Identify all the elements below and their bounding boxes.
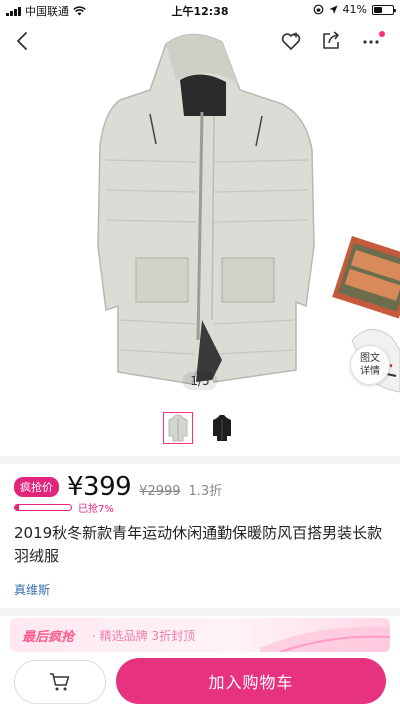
sold-progress: 已抢7% — [14, 500, 114, 515]
price-row: 疯抢价 ¥399 ¥2999 1.3折 — [14, 472, 222, 502]
brand-link[interactable]: 真维斯 — [14, 581, 50, 598]
promo-banner[interactable]: 最后疯抢 · 精选品牌 3折封顶 — [10, 618, 390, 652]
book-prop — [332, 235, 400, 319]
down-jacket-image — [97, 33, 400, 393]
cart-icon — [50, 673, 70, 691]
heart-plus-icon[interactable] — [280, 30, 302, 52]
share-icon[interactable] — [320, 30, 342, 52]
detail-bubble-button[interactable]: 图文 详情 — [350, 345, 390, 385]
add-to-cart-button[interactable]: 加入购物车 — [116, 658, 386, 704]
bottom-action-bar: 加入购物车 — [0, 652, 400, 711]
promo-swoosh-decoration — [260, 626, 390, 652]
flash-price-tag: 疯抢价 — [14, 477, 59, 497]
sold-progress-text: 已抢7% — [78, 504, 114, 515]
thumbnail-light-coat[interactable] — [163, 412, 193, 444]
discount-label: 1.3折 — [188, 484, 223, 499]
notification-dot — [379, 31, 385, 37]
product-hero-image[interactable]: 1/5 图文 详情 — [0, 20, 400, 400]
chevron-left-icon[interactable] — [12, 30, 34, 52]
status-bar: 中国联通 上午12:38 41% — [0, 0, 400, 20]
battery-icon — [372, 4, 396, 15]
sold-progress-bar — [14, 504, 72, 511]
cart-button[interactable] — [14, 660, 106, 704]
detail-bubble-line2: 详情 — [360, 366, 380, 377]
product-title: 2019秋冬新款青年运动休闲通勤保暖防风百搭男装长款羽绒服 — [14, 524, 383, 565]
sold-progress-fill — [15, 505, 19, 510]
section-divider — [0, 608, 400, 616]
thumbnail-black-coat[interactable] — [207, 412, 237, 444]
current-price: ¥399 — [67, 472, 132, 502]
original-price: ¥2999 — [139, 484, 181, 499]
section-divider — [0, 456, 400, 464]
promo-subtitle: · 精选品牌 3折封顶 — [92, 629, 196, 643]
battery-percent: 41% — [342, 3, 367, 16]
location-icon — [329, 5, 338, 14]
thumbnail-strip — [0, 412, 400, 444]
promo-title: 最后疯抢 — [22, 630, 75, 645]
image-counter: 1/5 — [182, 372, 218, 390]
orientation-lock-icon — [313, 4, 323, 15]
detail-bubble-line1: 图文 — [360, 353, 380, 364]
more-icon[interactable] — [360, 30, 385, 52]
